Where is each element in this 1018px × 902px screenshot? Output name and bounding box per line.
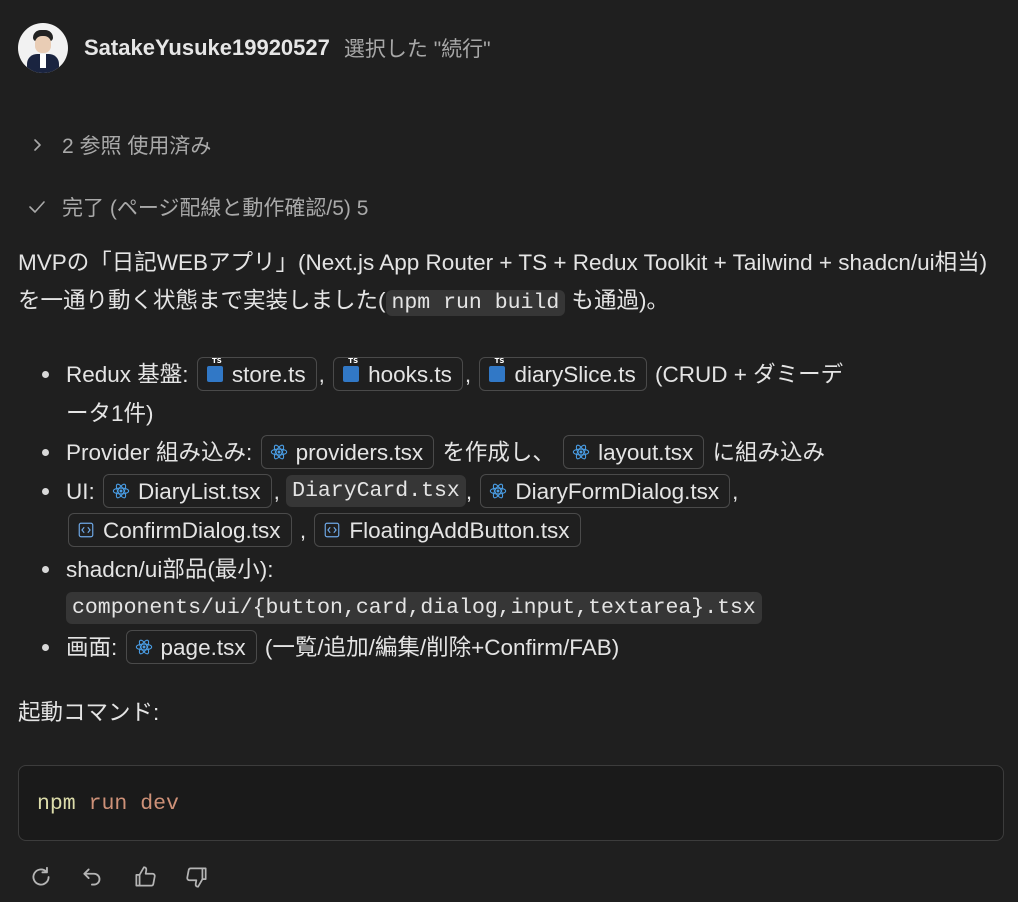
code-line: npm run dev xyxy=(37,788,179,820)
avatar[interactable] xyxy=(18,23,68,73)
thumbs-down-icon[interactable] xyxy=(182,862,212,892)
list-item-redux: Redux 基盤: TS store.ts, TS hooks.ts, TS diar… xyxy=(0,355,1000,433)
typescript-file-icon: TS xyxy=(342,357,360,383)
thumbs-up-icon[interactable] xyxy=(130,862,160,892)
react-icon xyxy=(489,482,507,500)
file-chip-diaryslice[interactable]: TS diarySlice.ts xyxy=(479,357,647,392)
component-file-icon xyxy=(77,521,95,539)
screen-note: (一覧/追加/編集/削除+Confirm/FAB) xyxy=(264,635,620,660)
references-toggle[interactable]: 2 参照 使用済み xyxy=(26,130,211,160)
redux-label: Redux 基盤: xyxy=(66,362,189,387)
inline-code-build: npm run build xyxy=(385,290,566,316)
start-command-label: 起動コマンド: xyxy=(18,700,160,725)
list-item-screen: 画面: page.tsx (一覧/追加/編集/削除+Confirm/FAB) xyxy=(0,628,1000,667)
react-icon xyxy=(572,443,590,461)
refresh-icon[interactable] xyxy=(26,862,56,892)
code-command: npm xyxy=(37,792,76,816)
intro-paragraph: MVPの「日記WEBアプリ」(Next.js App Router + TS +… xyxy=(18,244,1000,322)
inline-code-diarycard: DiaryCard.tsx xyxy=(286,475,466,508)
file-chip-diarylist[interactable]: DiaryList.tsx xyxy=(103,474,272,509)
code-block[interactable]: npm run dev xyxy=(18,765,1004,841)
check-icon xyxy=(26,196,48,218)
file-chip-layout[interactable]: layout.tsx xyxy=(563,435,705,470)
file-chip-floatingaddbutton[interactable]: FloatingAddButton.tsx xyxy=(314,513,581,548)
done-toggle[interactable]: 完了 (ページ配線と動作確認/5) 5 xyxy=(26,192,368,222)
message-header: SatakeYusuke19920527 選択した "続行" xyxy=(18,22,491,74)
intro-text-tail: も通過)。 xyxy=(571,288,670,313)
typescript-file-icon: TS xyxy=(206,357,224,383)
provider-tail: に組み込み xyxy=(712,440,825,465)
username: SatakeYusuke19920527 xyxy=(84,35,330,60)
redux-note: (CRUD + ダミーデ xyxy=(655,362,844,387)
file-chip-providers[interactable]: providers.tsx xyxy=(260,435,435,470)
list-item-shadcn: shadcn/ui部品(最小): components/ui/{button,c… xyxy=(0,550,1000,628)
code-args: run dev xyxy=(88,792,179,816)
references-label: 2 参照 使用済み xyxy=(62,135,212,158)
file-chip-diaryformdialog[interactable]: DiaryFormDialog.tsx xyxy=(480,474,731,509)
message-actions xyxy=(26,862,212,892)
shadcn-label: shadcn/ui部品(最小): xyxy=(66,557,274,582)
file-chip-confirmdialog[interactable]: ConfirmDialog.tsx xyxy=(68,513,292,548)
provider-mid: を作成し、 xyxy=(442,440,555,465)
screen-label: 画面: xyxy=(66,635,118,660)
done-label: 完了 (ページ配線と動作確認/5) 5 xyxy=(62,197,369,220)
inline-code-components: components/ui/{button,card,dialog,input,… xyxy=(66,592,762,625)
undo-icon[interactable] xyxy=(78,862,108,892)
typescript-file-icon: TS xyxy=(488,357,506,383)
list-item-provider: Provider 組み込み: providers.tsx を作成し、 layou… xyxy=(0,433,1000,472)
redux-note-cont: ータ1件) xyxy=(66,401,154,426)
react-icon xyxy=(112,482,130,500)
provider-label: Provider 組み込み: xyxy=(66,440,253,465)
file-chip-page[interactable]: page.tsx xyxy=(125,630,257,665)
summary-list: Redux 基盤: TS store.ts, TS hooks.ts, TS diar… xyxy=(0,355,1000,667)
file-chip-hooks[interactable]: TS hooks.ts xyxy=(333,357,463,392)
component-file-icon xyxy=(323,521,341,539)
list-item-ui: UI: DiaryList.tsx, DiaryCard.tsx, DiaryF… xyxy=(0,472,1000,550)
chevron-right-icon xyxy=(26,134,48,156)
react-icon xyxy=(270,443,288,461)
ui-label: UI: xyxy=(66,479,95,504)
react-icon xyxy=(135,638,153,656)
file-chip-store[interactable]: TS store.ts xyxy=(196,357,317,392)
user-action: 選択した "続行" xyxy=(343,38,491,61)
